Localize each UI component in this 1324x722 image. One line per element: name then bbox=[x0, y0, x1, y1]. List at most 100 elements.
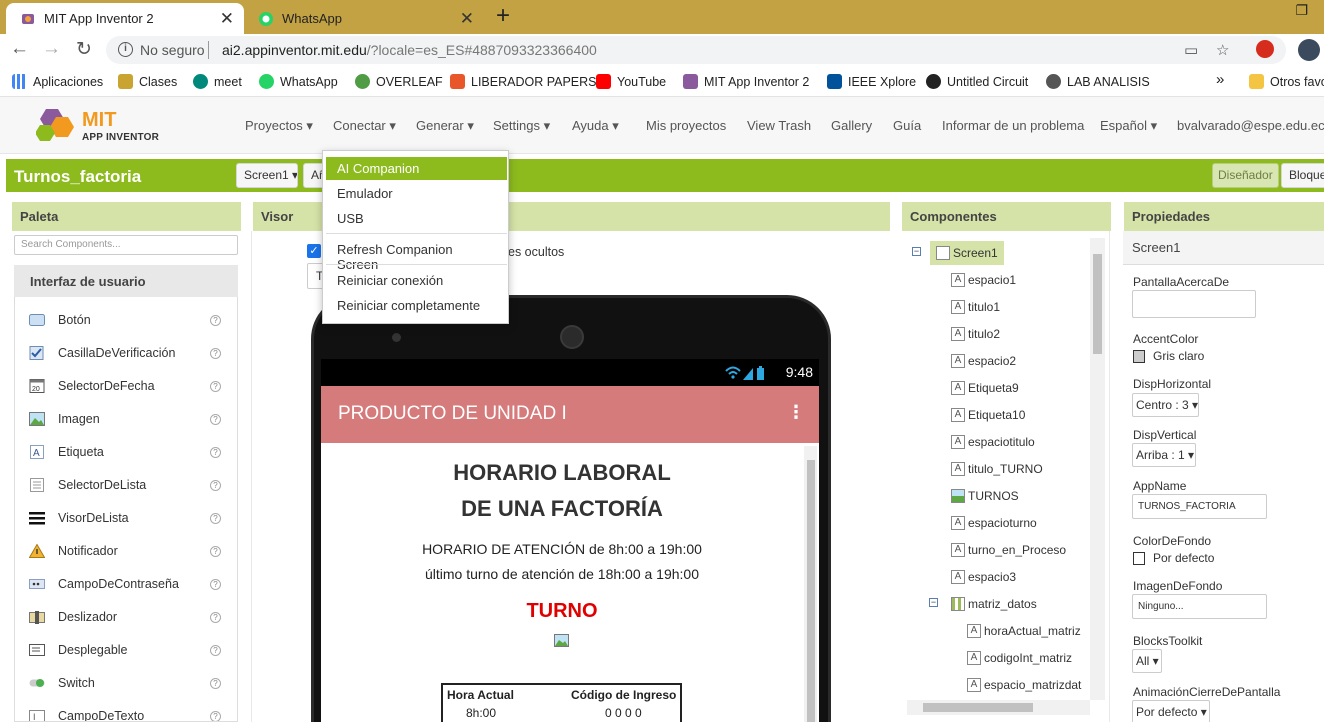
screen-heading-line1[interactable]: HORARIO LABORAL bbox=[321, 460, 803, 486]
palette-item-notificador[interactable]: Notificador? bbox=[15, 532, 237, 565]
bookmark-ieee[interactable]: IEEE Xplore bbox=[827, 74, 916, 89]
palette-item-desplegable[interactable]: Desplegable? bbox=[15, 631, 237, 664]
palette-group-user-interface[interactable]: Interfaz de usuario bbox=[14, 265, 238, 297]
tree-node-titulo-turno[interactable]: Atitulo_TURNO bbox=[951, 458, 1043, 480]
pantalla-acerca-de-textarea[interactable] bbox=[1132, 290, 1256, 318]
more-bookmarks-chevron-icon[interactable]: » bbox=[1216, 71, 1224, 88]
back-arrow-icon[interactable]: ← bbox=[10, 38, 29, 60]
background-color-picker[interactable]: Por defecto bbox=[1133, 551, 1214, 565]
help-icon[interactable]: ? bbox=[210, 645, 221, 656]
close-tab-icon[interactable]: ✕ bbox=[460, 9, 474, 29]
palette-item-selector-fecha[interactable]: 20 SelectorDeFecha? bbox=[15, 367, 237, 400]
turnos-image-icon[interactable] bbox=[554, 634, 569, 647]
tree-node-turno-proceso[interactable]: Aturno_en_Proceso bbox=[951, 539, 1066, 561]
palette-item-boton[interactable]: Botón? bbox=[15, 301, 237, 334]
menu-item-reiniciar-conexion[interactable]: Reiniciar conexión bbox=[326, 269, 507, 292]
show-hidden-checkbox[interactable]: ✓ bbox=[307, 244, 321, 258]
menu-item-emulador[interactable]: Emulador bbox=[326, 182, 507, 205]
tab-app-inventor[interactable]: MIT App Inventor 2 ✕ bbox=[6, 3, 244, 34]
cast-icon[interactable]: ▭ bbox=[1184, 41, 1198, 59]
tree-node-espacioturno[interactable]: Aespacioturno bbox=[951, 512, 1037, 534]
scrollbar-thumb[interactable] bbox=[807, 460, 815, 722]
extension-icon[interactable] bbox=[1256, 40, 1274, 58]
link-mis-proyectos[interactable]: Mis proyectos bbox=[646, 118, 726, 133]
link-view-trash[interactable]: View Trash bbox=[747, 118, 811, 133]
blocks-toolkit-select[interactable]: All ▾ bbox=[1132, 649, 1162, 673]
palette-item-visor-lista[interactable]: VisorDeLista? bbox=[15, 499, 237, 532]
palette-item-selector-lista[interactable]: SelectorDeLista? bbox=[15, 466, 237, 499]
tab-whatsapp[interactable]: WhatsApp ✕ bbox=[244, 3, 484, 34]
scrollbar-thumb[interactable] bbox=[923, 703, 1033, 712]
collapse-screen1-icon[interactable]: − bbox=[912, 247, 921, 256]
screen-heading-line2[interactable]: DE UNA FACTORÍA bbox=[321, 496, 803, 522]
menu-item-refresh-companion[interactable]: Refresh Companion Screen bbox=[326, 238, 507, 272]
help-icon[interactable]: ? bbox=[210, 480, 221, 491]
bookmark-clases[interactable]: Clases bbox=[118, 74, 177, 89]
reload-icon[interactable]: ↻ bbox=[76, 38, 92, 61]
menu-item-reiniciar-completamente[interactable]: Reiniciar completamente bbox=[326, 294, 507, 317]
components-horizontal-scrollbar[interactable] bbox=[907, 700, 1090, 715]
tree-node-codigo-int-matriz[interactable]: AcodigoInt_matriz bbox=[967, 647, 1072, 669]
bookmark-lab[interactable]: LAB ANALISIS bbox=[1046, 74, 1150, 89]
restore-window-icon[interactable]: ❐ bbox=[1295, 2, 1308, 19]
new-tab-button[interactable]: + bbox=[496, 2, 510, 30]
url-input[interactable]: i No seguro ai2.appinventor.mit.edu/?loc… bbox=[106, 36, 1286, 64]
palette-item-etiqueta[interactable]: A Etiqueta? bbox=[15, 433, 237, 466]
screen-hours-line[interactable]: HORARIO DE ATENCIÓN de 8h:00 a 19h:00 bbox=[321, 541, 803, 557]
close-tab-icon[interactable]: ✕ bbox=[220, 9, 234, 29]
help-icon[interactable]: ? bbox=[210, 513, 221, 524]
menu-settings[interactable]: Settings ▾ bbox=[493, 118, 550, 134]
bookmark-youtube[interactable]: YouTube bbox=[596, 74, 666, 89]
bookmark-appinventor[interactable]: MIT App Inventor 2 bbox=[683, 74, 809, 89]
bookmark-otros[interactable]: Otros favo bbox=[1249, 74, 1324, 89]
tree-node-etiqueta9[interactable]: A Etiqueta9 bbox=[951, 377, 1019, 399]
menu-proyectos[interactable]: Proyectos ▾ bbox=[245, 118, 313, 134]
help-icon[interactable]: ? bbox=[210, 612, 221, 623]
palette-item-casilla[interactable]: CasillaDeVerificación? bbox=[15, 334, 237, 367]
help-icon[interactable]: ? bbox=[210, 447, 221, 458]
help-icon[interactable]: ? bbox=[210, 381, 221, 392]
tree-node-etiqueta10[interactable]: A Etiqueta10 bbox=[951, 404, 1025, 426]
palette-item-deslizador[interactable]: Deslizador? bbox=[15, 598, 237, 631]
user-menu[interactable]: bvalvarado@espe.edu.ec ▾ bbox=[1177, 118, 1324, 134]
bookmark-whatsapp[interactable]: WhatsApp bbox=[259, 74, 338, 89]
tree-node-titulo1[interactable]: Atitulo1 bbox=[951, 296, 1000, 318]
app-inventor-logo[interactable]: MIT APP INVENTOR bbox=[36, 105, 166, 149]
link-informar-problema[interactable]: Informar de un problema bbox=[942, 118, 1084, 133]
tree-node-turnos[interactable]: TURNOS bbox=[951, 485, 1019, 507]
menu-generar[interactable]: Generar ▾ bbox=[416, 118, 474, 134]
menu-ayuda[interactable]: Ayuda ▾ bbox=[572, 118, 619, 134]
search-components-input[interactable]: Search Components... bbox=[14, 235, 238, 255]
designer-button[interactable]: Diseñador bbox=[1212, 163, 1279, 188]
tree-node-screen1[interactable]: Screen1 bbox=[930, 241, 1004, 265]
palette-item-imagen[interactable]: Imagen? bbox=[15, 400, 237, 433]
bookmark-meet[interactable]: meet bbox=[193, 74, 242, 89]
tree-node-espaciotitulo[interactable]: Aespaciotitulo bbox=[951, 431, 1035, 453]
screen-turno-label[interactable]: TURNO bbox=[321, 600, 803, 623]
menu-item-ai-companion[interactable]: AI Companion bbox=[326, 157, 507, 180]
help-icon[interactable]: ? bbox=[210, 579, 221, 590]
forward-arrow-icon[interactable]: → bbox=[42, 38, 61, 60]
help-icon[interactable]: ? bbox=[210, 546, 221, 557]
disp-horizontal-select[interactable]: Centro : 3 ▾ bbox=[1132, 393, 1199, 417]
tree-node-espacio2[interactable]: Aespacio2 bbox=[951, 350, 1016, 372]
language-menu[interactable]: Español ▾ bbox=[1100, 118, 1157, 134]
menu-conectar[interactable]: Conectar ▾ bbox=[333, 118, 396, 134]
bookmark-overleaf[interactable]: OVERLEAF bbox=[355, 74, 443, 89]
help-icon[interactable]: ? bbox=[210, 414, 221, 425]
palette-item-contrasena[interactable]: CampoDeContraseña? bbox=[15, 565, 237, 598]
link-gallery[interactable]: Gallery bbox=[831, 118, 872, 133]
overflow-menu-icon[interactable]: ⋮ bbox=[787, 402, 805, 423]
tree-node-espacio3[interactable]: Aespacio3 bbox=[951, 566, 1016, 588]
tree-node-hora-actual-matriz[interactable]: AhoraActual_matriz bbox=[967, 620, 1081, 642]
menu-item-usb[interactable]: USB bbox=[326, 207, 507, 230]
bookmark-star-icon[interactable]: ☆ bbox=[1216, 41, 1229, 59]
tree-node-titulo2[interactable]: Atitulo2 bbox=[951, 323, 1000, 345]
app-name-input[interactable]: TURNOS_FACTORIA bbox=[1132, 494, 1267, 519]
scrollbar-thumb[interactable] bbox=[1093, 254, 1102, 354]
collapse-matriz-icon[interactable]: − bbox=[929, 598, 938, 607]
tree-node-matriz-datos[interactable]: matriz_datos bbox=[951, 593, 1037, 615]
screen-last-turn-line[interactable]: último turno de atención de 18h:00 a 19h… bbox=[321, 566, 803, 582]
bookmark-circuit[interactable]: Untitled Circuit bbox=[926, 74, 1028, 89]
disp-vertical-select[interactable]: Arriba : 1 ▾ bbox=[1132, 443, 1196, 467]
